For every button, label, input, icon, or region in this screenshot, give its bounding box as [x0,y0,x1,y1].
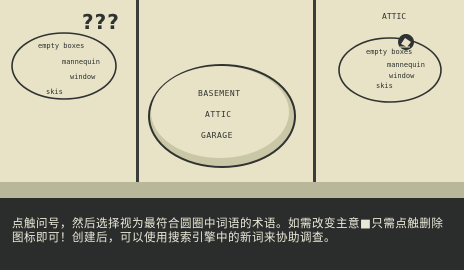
option-basement[interactable]: BASEMENT [198,89,241,98]
word-skis: skis [376,82,393,90]
tutorial-dialog[interactable]: 点触问号，然后选择视为最符合圆圈中词语的术语。如需改变主意■只需点触删除图标即可… [0,198,464,270]
tutorial-text: 点触问号，然后选择视为最符合圆圈中词语的术语。如需改变主意■只需点触删除图标即可… [12,216,444,244]
word-window: window [389,72,415,80]
word-empty-boxes: empty boxes [366,48,413,56]
word-skis: skis [46,88,63,96]
question-marks-button[interactable]: ??? [82,10,120,34]
option-attic[interactable]: ATTIC [205,110,232,119]
sketch-overlay [11,32,442,168]
word-empty-boxes: empty boxes [38,42,85,50]
word-window: window [70,73,96,81]
word-mannequin: mannequin [62,58,100,66]
option-garage[interactable]: GARAGE [201,131,233,140]
assigned-category-label: ATTIC [382,12,407,21]
word-mannequin: mannequin [387,61,425,69]
